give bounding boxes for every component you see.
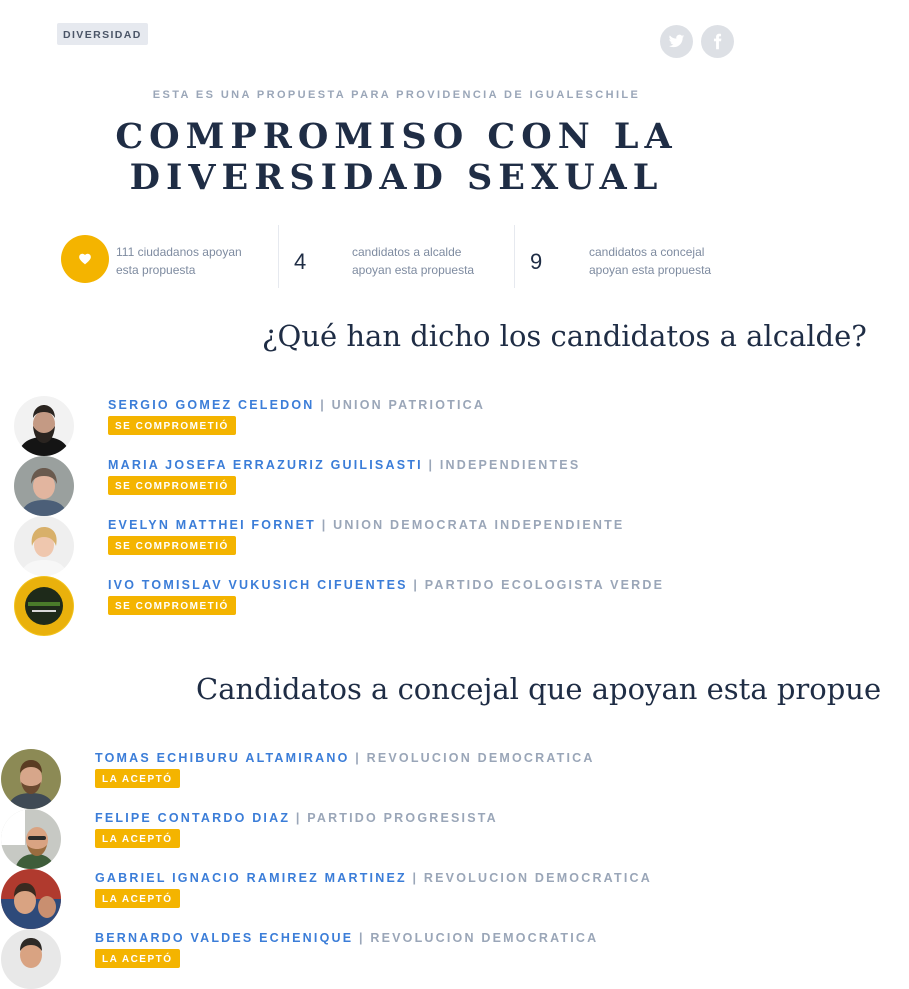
council-candidate-line: TOMAS ECHIBURU ALTAMIRANO | REVOLUCION D…	[95, 751, 595, 765]
party-name: PARTIDO PROGRESISTA	[307, 811, 498, 825]
accepted-badge: LA ACEPTÓ	[95, 889, 180, 908]
avatar[interactable]	[1, 869, 61, 929]
accepted-badge: LA ACEPTÓ	[95, 829, 180, 848]
category-tag[interactable]: DIVERSIDAD	[57, 23, 148, 45]
candidate-name-link[interactable]: EVELYN MATTHEI FORNET	[108, 518, 316, 532]
candidate-name-link[interactable]: SERGIO GOMEZ CELEDON	[108, 398, 315, 412]
heart-icon	[79, 253, 91, 265]
avatar[interactable]	[1, 809, 61, 869]
party-name: UNION DEMOCRATA INDEPENDIENTE	[333, 518, 625, 532]
candidate-name-link[interactable]: FELIPE CONTARDO DIAZ	[95, 811, 290, 825]
separator: |	[358, 931, 365, 945]
mayor-section-heading: ¿Qué han dicho los candidatos a alcalde?	[262, 319, 867, 353]
title-line-2: DIVERSIDAD SEXUAL	[129, 157, 664, 198]
party-name: PARTIDO ECOLOGISTA VERDE	[424, 578, 665, 592]
avatar[interactable]	[14, 516, 74, 576]
separator: |	[428, 458, 435, 472]
council-candidate-line: GABRIEL IGNACIO RAMIREZ MARTINEZ | REVOL…	[95, 871, 652, 885]
mayor-candidate-line: IVO TOMISLAV VUKUSICH CIFUENTES | PARTID…	[108, 578, 664, 592]
council-candidate-line: FELIPE CONTARDO DIAZ | PARTIDO PROGRESIS…	[95, 811, 498, 825]
avatar[interactable]	[1, 929, 61, 989]
support-button[interactable]	[61, 235, 109, 283]
avatar[interactable]	[14, 576, 74, 636]
proposal-kicker: ESTA ES UNA PROPUESTA PARA PROVIDENCIA D…	[152, 89, 641, 101]
commitment-badge: SE COMPROMETIÓ	[108, 536, 236, 555]
page-title: COMPROMISO CON LA DIVERSIDAD SEXUAL	[0, 116, 793, 198]
candidate-name-link[interactable]: TOMAS ECHIBURU ALTAMIRANO	[95, 751, 350, 765]
mayor-candidate-line: EVELYN MATTHEI FORNET | UNION DEMOCRATA …	[108, 518, 624, 532]
party-name: REVOLUCION DEMOCRATICA	[423, 871, 652, 885]
separator: |	[355, 751, 361, 765]
candidate-name-link[interactable]: GABRIEL IGNACIO RAMIREZ MARTINEZ	[95, 871, 407, 885]
party-name: REVOLUCION DEMOCRATICA	[370, 931, 599, 945]
candidate-name-link[interactable]: IVO TOMISLAV VUKUSICH CIFUENTES	[108, 578, 408, 592]
council-support-label: candidatos a concejal apoyan esta propue…	[589, 245, 712, 277]
mayor-candidate-line: SERGIO GOMEZ CELEDON | UNION PATRIOTICA	[108, 398, 485, 412]
facebook-share-button[interactable]	[701, 25, 734, 58]
commitment-badge: SE COMPROMETIÓ	[108, 416, 236, 435]
twitter-share-button[interactable]	[660, 25, 693, 58]
title-line-1: COMPROMISO CON LA	[115, 116, 678, 157]
party-name: INDEPENDIENTES	[439, 458, 581, 472]
party-name: UNION PATRIOTICA	[331, 398, 486, 412]
candidate-name-link[interactable]: BERNARDO VALDES ECHENIQUE	[95, 931, 353, 945]
council-section-heading: Candidatos a concejal que apoyan esta pr…	[196, 672, 882, 706]
mayor-support-label: candidatos a alcalde apoyan esta propues…	[352, 245, 475, 277]
commitment-badge: SE COMPROMETIÓ	[108, 476, 236, 495]
avatar[interactable]	[14, 456, 74, 516]
separator: |	[321, 518, 328, 532]
accepted-badge: LA ACEPTÓ	[95, 949, 180, 968]
accepted-badge: LA ACEPTÓ	[95, 769, 180, 788]
mayor-support-count: 4	[294, 249, 307, 274]
separator: |	[295, 811, 302, 825]
facebook-icon	[713, 33, 722, 50]
separator: |	[412, 871, 419, 885]
stat-divider	[278, 225, 279, 288]
separator: |	[320, 398, 326, 412]
commitment-badge: SE COMPROMETIÓ	[108, 596, 236, 615]
stat-divider	[514, 225, 515, 288]
candidate-name-link[interactable]: MARIA JOSEFA ERRAZURIZ GUILISASTI	[108, 458, 423, 472]
council-candidate-line: BERNARDO VALDES ECHENIQUE | REVOLUCION D…	[95, 931, 598, 945]
twitter-icon	[668, 34, 685, 48]
avatar[interactable]	[14, 396, 74, 456]
party-name: REVOLUCION DEMOCRATICA	[366, 751, 595, 765]
mayor-candidate-line: MARIA JOSEFA ERRAZURIZ GUILISASTI | INDE…	[108, 458, 580, 472]
avatar[interactable]	[1, 749, 61, 809]
separator: |	[413, 578, 420, 592]
council-support-count: 9	[530, 249, 543, 274]
citizens-support-text: 111 ciudadanos apoyan esta propuesta	[116, 245, 242, 277]
